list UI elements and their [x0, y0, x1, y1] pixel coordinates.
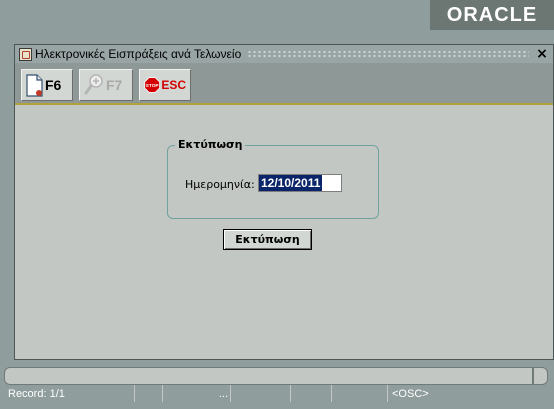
f7-label: F7	[106, 77, 123, 93]
print-frame-title: Εκτύπωση	[175, 138, 246, 151]
status-cell-6	[332, 385, 388, 402]
status-bar: Record: 1/1 ... <OSC>	[4, 385, 550, 402]
message-line	[4, 367, 548, 385]
window-title: Ηλεκτρονικές Εισπράξεις ανά Τελωνείο	[35, 47, 242, 61]
f6-label: F6	[45, 77, 62, 93]
print-button[interactable]: Εκτύπωση	[223, 229, 312, 250]
print-frame: Εκτύπωση Ημερομηνία: 12/10/2011	[167, 138, 379, 219]
status-cell-2	[135, 385, 163, 402]
toolbar: F6 F7 STOP ESC	[15, 63, 553, 105]
status-ellipsis: ...	[163, 385, 231, 402]
message-line-divider	[532, 368, 534, 384]
date-label: Ημερομηνία:	[185, 178, 255, 191]
status-cell-5	[291, 385, 332, 402]
date-field-value: 12/10/2011	[259, 175, 323, 191]
f7-query-button[interactable]: F7	[79, 69, 133, 101]
close-button[interactable]: ×	[535, 46, 549, 62]
magnifier-icon	[84, 74, 103, 95]
form-canvas: Εκτύπωση Ημερομηνία: 12/10/2011 Εκτύπωση	[15, 107, 553, 359]
form-window: Ηλεκτρονικές Εισπράξεις ανά Τελωνείο × F…	[14, 44, 554, 360]
status-record: Record: 1/1	[4, 385, 135, 402]
esc-label: ESC	[161, 78, 186, 92]
stop-sign-text: STOP	[146, 83, 160, 89]
status-cell-4	[231, 385, 291, 402]
window-titlebar[interactable]: Ηλεκτρονικές Εισπράξεις ανά Τελωνείο ×	[15, 45, 553, 63]
f6-print-button[interactable]: F6	[21, 69, 73, 101]
document-icon	[26, 73, 43, 97]
stop-sign-icon: STOP	[144, 77, 160, 93]
oracle-logo: ORACLE	[430, 0, 554, 30]
status-osc: <OSC>	[392, 387, 429, 400]
titlebar-grip	[247, 50, 529, 58]
app-icon	[19, 47, 32, 61]
date-field[interactable]: 12/10/2011	[258, 174, 342, 192]
esc-exit-button[interactable]: STOP ESC	[139, 69, 191, 101]
